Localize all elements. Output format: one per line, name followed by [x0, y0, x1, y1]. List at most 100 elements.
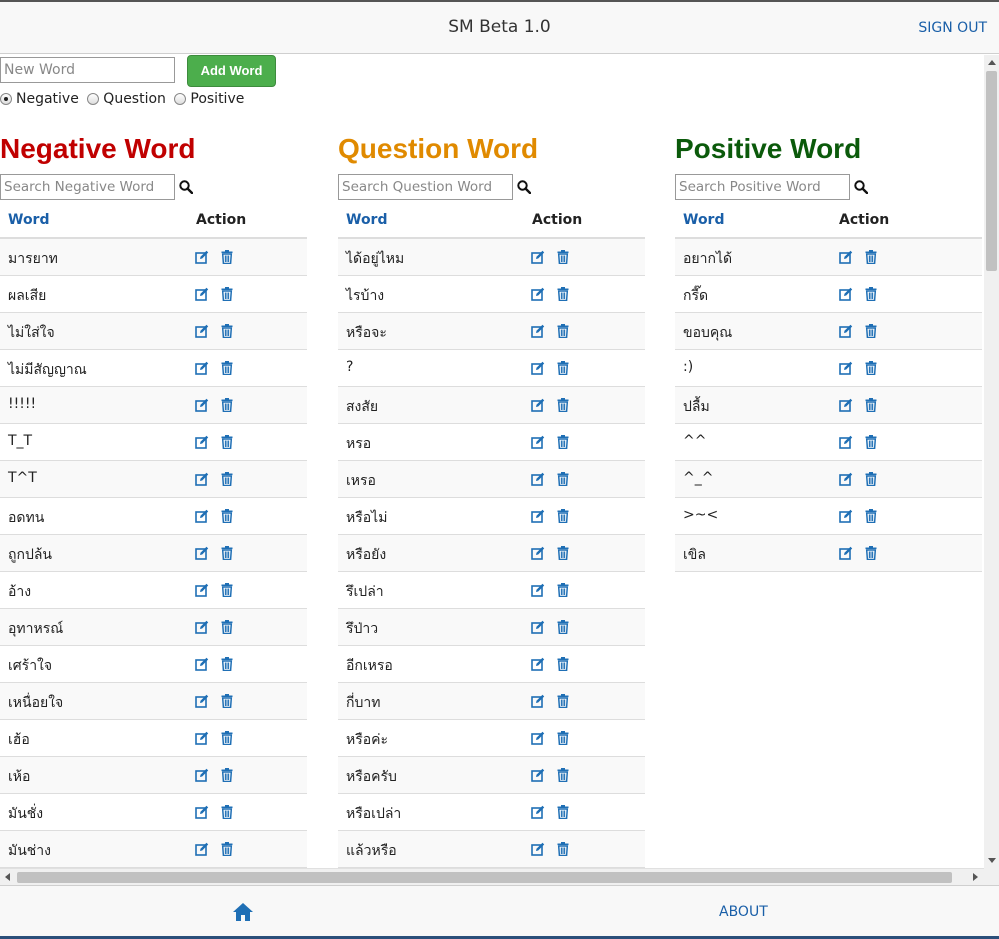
- edit-icon[interactable]: [839, 472, 853, 486]
- scroll-down-arrow-icon[interactable]: [988, 858, 996, 863]
- trash-icon[interactable]: [556, 398, 570, 412]
- negative-search-input[interactable]: [0, 174, 175, 200]
- edit-icon[interactable]: [531, 324, 545, 338]
- trash-icon[interactable]: [220, 435, 234, 449]
- radio-negative-dot[interactable]: [0, 93, 12, 105]
- search-icon[interactable]: [854, 180, 868, 194]
- edit-icon[interactable]: [531, 694, 545, 708]
- edit-icon[interactable]: [195, 583, 209, 597]
- edit-icon[interactable]: [531, 287, 545, 301]
- trash-icon[interactable]: [864, 324, 878, 338]
- edit-icon[interactable]: [531, 731, 545, 745]
- trash-icon[interactable]: [864, 435, 878, 449]
- question-search-input[interactable]: [338, 174, 513, 200]
- trash-icon[interactable]: [220, 250, 234, 264]
- edit-icon[interactable]: [195, 472, 209, 486]
- edit-icon[interactable]: [531, 768, 545, 782]
- search-icon[interactable]: [179, 180, 193, 194]
- edit-icon[interactable]: [531, 842, 545, 856]
- trash-icon[interactable]: [220, 472, 234, 486]
- edit-icon[interactable]: [531, 805, 545, 819]
- radio-positive[interactable]: Positive: [174, 91, 244, 107]
- trash-icon[interactable]: [864, 287, 878, 301]
- edit-icon[interactable]: [195, 657, 209, 671]
- edit-icon[interactable]: [531, 509, 545, 523]
- trash-icon[interactable]: [556, 805, 570, 819]
- edit-icon[interactable]: [531, 250, 545, 264]
- trash-icon[interactable]: [864, 361, 878, 375]
- edit-icon[interactable]: [531, 472, 545, 486]
- edit-icon[interactable]: [195, 694, 209, 708]
- edit-icon[interactable]: [839, 287, 853, 301]
- edit-icon[interactable]: [195, 398, 209, 412]
- trash-icon[interactable]: [556, 509, 570, 523]
- edit-icon[interactable]: [195, 768, 209, 782]
- trash-icon[interactable]: [220, 657, 234, 671]
- trash-icon[interactable]: [556, 583, 570, 597]
- trash-icon[interactable]: [864, 472, 878, 486]
- add-word-button[interactable]: Add Word: [187, 55, 276, 87]
- edit-icon[interactable]: [531, 398, 545, 412]
- trash-icon[interactable]: [556, 361, 570, 375]
- edit-icon[interactable]: [195, 842, 209, 856]
- scroll-up-arrow-icon[interactable]: [988, 60, 996, 65]
- trash-icon[interactable]: [864, 546, 878, 560]
- trash-icon[interactable]: [220, 768, 234, 782]
- trash-icon[interactable]: [556, 657, 570, 671]
- edit-icon[interactable]: [195, 287, 209, 301]
- trash-icon[interactable]: [556, 694, 570, 708]
- edit-icon[interactable]: [531, 583, 545, 597]
- trash-icon[interactable]: [556, 768, 570, 782]
- trash-icon[interactable]: [556, 472, 570, 486]
- edit-icon[interactable]: [839, 546, 853, 560]
- new-word-input[interactable]: [0, 57, 175, 83]
- trash-icon[interactable]: [556, 546, 570, 560]
- trash-icon[interactable]: [220, 398, 234, 412]
- trash-icon[interactable]: [556, 620, 570, 634]
- trash-icon[interactable]: [864, 250, 878, 264]
- trash-icon[interactable]: [556, 731, 570, 745]
- horizontal-scroll-thumb[interactable]: [17, 872, 952, 883]
- search-icon[interactable]: [517, 180, 531, 194]
- edit-icon[interactable]: [531, 546, 545, 560]
- trash-icon[interactable]: [220, 694, 234, 708]
- edit-icon[interactable]: [195, 324, 209, 338]
- edit-icon[interactable]: [195, 361, 209, 375]
- horizontal-scrollbar[interactable]: [0, 868, 984, 885]
- trash-icon[interactable]: [556, 250, 570, 264]
- trash-icon[interactable]: [556, 842, 570, 856]
- trash-icon[interactable]: [556, 324, 570, 338]
- edit-icon[interactable]: [195, 731, 209, 745]
- edit-icon[interactable]: [195, 805, 209, 819]
- edit-icon[interactable]: [195, 435, 209, 449]
- word-column-header[interactable]: Word: [8, 212, 50, 228]
- trash-icon[interactable]: [220, 805, 234, 819]
- edit-icon[interactable]: [839, 435, 853, 449]
- edit-icon[interactable]: [839, 361, 853, 375]
- vertical-scrollbar[interactable]: [984, 55, 999, 868]
- trash-icon[interactable]: [220, 546, 234, 560]
- trash-icon[interactable]: [864, 398, 878, 412]
- scroll-left-arrow-icon[interactable]: [5, 873, 10, 881]
- trash-icon[interactable]: [220, 583, 234, 597]
- radio-negative[interactable]: Negative: [0, 91, 79, 107]
- radio-question[interactable]: Question: [87, 91, 166, 107]
- edit-icon[interactable]: [839, 250, 853, 264]
- edit-icon[interactable]: [195, 620, 209, 634]
- vertical-scroll-thumb[interactable]: [986, 71, 997, 271]
- edit-icon[interactable]: [195, 546, 209, 560]
- radio-question-dot[interactable]: [87, 93, 100, 105]
- edit-icon[interactable]: [195, 250, 209, 264]
- edit-icon[interactable]: [839, 398, 853, 412]
- edit-icon[interactable]: [531, 620, 545, 634]
- sign-out-link[interactable]: SIGN OUT: [918, 20, 987, 36]
- trash-icon[interactable]: [220, 620, 234, 634]
- trash-icon[interactable]: [220, 287, 234, 301]
- edit-icon[interactable]: [839, 509, 853, 523]
- trash-icon[interactable]: [556, 287, 570, 301]
- edit-icon[interactable]: [531, 361, 545, 375]
- trash-icon[interactable]: [220, 324, 234, 338]
- edit-icon[interactable]: [531, 657, 545, 671]
- edit-icon[interactable]: [195, 509, 209, 523]
- trash-icon[interactable]: [220, 731, 234, 745]
